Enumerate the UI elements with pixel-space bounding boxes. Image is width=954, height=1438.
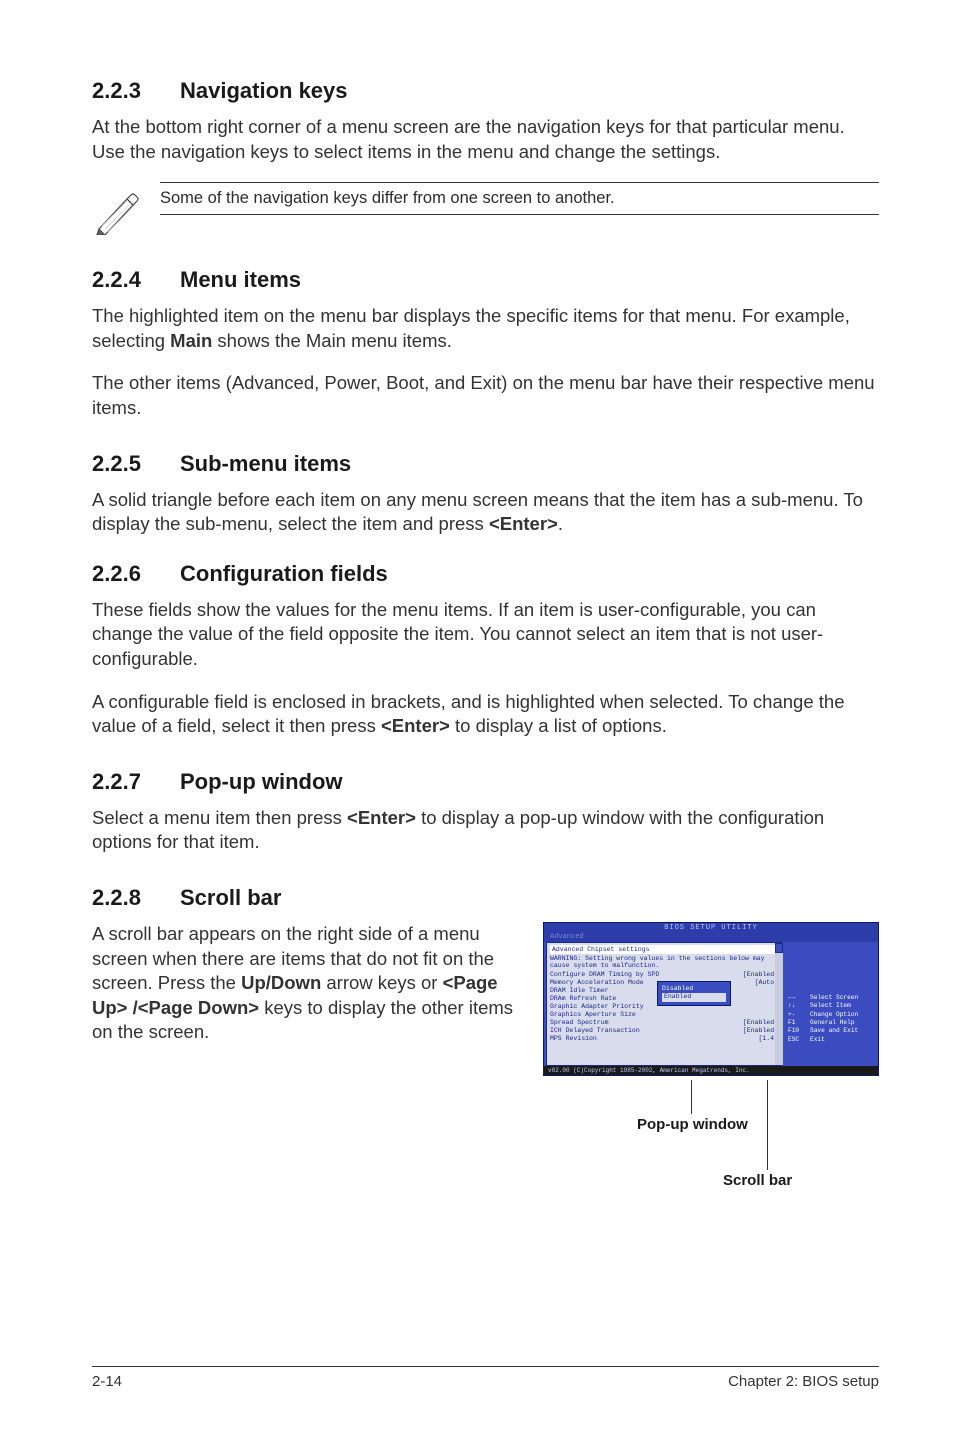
- heading-224: 2.2.4Menu items: [92, 267, 879, 293]
- note-callout: Some of the navigation keys differ from …: [92, 182, 879, 237]
- heading-number: 2.2.7: [92, 769, 180, 795]
- bios-setting-row: ICH Delayed Transaction[Enabled]: [550, 1027, 778, 1035]
- label-popup: Pop-up window: [637, 1116, 748, 1133]
- section-224: 2.2.4Menu items The highlighted item on …: [92, 267, 879, 420]
- note-text: Some of the navigation keys differ from …: [160, 182, 879, 215]
- bios-left-pane: Advanced Chipset settings WARNING: Setti…: [546, 942, 782, 1066]
- heading-title: Pop-up window: [180, 769, 343, 794]
- heading-title: Configuration fields: [180, 561, 388, 586]
- bios-setting-row: Graphics Aperture Size: [550, 1011, 778, 1019]
- bios-title: BIOS SETUP UTILITY: [544, 923, 878, 933]
- heading-title: Menu items: [180, 267, 301, 292]
- paragraph: A configurable field is enclosed in brac…: [92, 690, 879, 739]
- paragraph: The highlighted item on the menu bar dis…: [92, 304, 879, 353]
- bios-subtitle: Advanced Chipset settings: [550, 945, 778, 954]
- figure-labels: Pop-up window Scroll bar: [543, 1080, 879, 1210]
- bios-help-row: +-Change Option: [788, 1011, 874, 1019]
- section-223: 2.2.3Navigation keys At the bottom right…: [92, 78, 879, 237]
- bios-popup-option: Disabled: [662, 985, 726, 993]
- bios-help-row: ESCExit: [788, 1036, 874, 1044]
- paragraph: A solid triangle before each item on any…: [92, 488, 879, 537]
- leader-line: [691, 1080, 692, 1114]
- paragraph: At the bottom right corner of a menu scr…: [92, 115, 879, 164]
- bios-footer: v02.00 (C)Copyright 1985-2002, American …: [544, 1066, 878, 1075]
- bios-setting-row: Configure DRAM Timing by SPD[Enabled]: [550, 971, 778, 979]
- heading-228: 2.2.8Scroll bar: [92, 885, 879, 911]
- page-number: 2-14: [92, 1373, 122, 1390]
- pencil-icon: [92, 182, 142, 237]
- heading-number: 2.2.8: [92, 885, 180, 911]
- heading-title: Sub-menu items: [180, 451, 351, 476]
- heading-226: 2.2.6Configuration fields: [92, 561, 879, 587]
- heading-number: 2.2.5: [92, 451, 180, 477]
- bios-screenshot: BIOS SETUP UTILITY Advanced Advanced Chi…: [543, 922, 879, 1210]
- section-228: 2.2.8Scroll bar A scroll bar appears on …: [92, 885, 879, 1210]
- heading-title: Scroll bar: [180, 885, 281, 910]
- section-225: 2.2.5Sub-menu items A solid triangle bef…: [92, 451, 879, 537]
- paragraph: The other items (Advanced, Power, Boot, …: [92, 371, 879, 420]
- heading-225: 2.2.5Sub-menu items: [92, 451, 879, 477]
- label-scrollbar: Scroll bar: [723, 1172, 792, 1189]
- heading-number: 2.2.6: [92, 561, 180, 587]
- heading-223: 2.2.3Navigation keys: [92, 78, 879, 104]
- heading-number: 2.2.3: [92, 78, 180, 104]
- section-227: 2.2.7Pop-up window Select a menu item th…: [92, 769, 879, 855]
- bios-scrollbar: [775, 943, 783, 1065]
- chapter-title: Chapter 2: BIOS setup: [728, 1373, 879, 1390]
- bios-popup-option-selected: Enabled: [662, 993, 726, 1001]
- heading-title: Navigation keys: [180, 78, 348, 103]
- bios-tab: Advanced: [544, 933, 878, 942]
- paragraph: Select a menu item then press <Enter> to…: [92, 806, 879, 855]
- bios-warning: WARNING: Setting wrong values in the sec…: [550, 955, 778, 969]
- heading-227: 2.2.7Pop-up window: [92, 769, 879, 795]
- bios-popup-menu: Disabled Enabled: [657, 981, 731, 1006]
- paragraph: A scroll bar appears on the right side o…: [92, 922, 535, 1045]
- page-footer: 2-14 Chapter 2: BIOS setup: [92, 1366, 879, 1390]
- bios-setting-row: MPS Revision[1.4]: [550, 1035, 778, 1043]
- leader-line: [767, 1080, 768, 1170]
- bios-help-row: F10Save and Exit: [788, 1027, 874, 1035]
- bios-help-pane: ←→Select Screen↑↓Select Item+-Change Opt…: [782, 942, 878, 1066]
- bios-help-row: ↑↓Select Item: [788, 1002, 874, 1010]
- heading-number: 2.2.4: [92, 267, 180, 293]
- bios-help-row: ←→Select Screen: [788, 994, 874, 1002]
- paragraph: These fields show the values for the men…: [92, 598, 879, 672]
- bios-help-row: F1General Help: [788, 1019, 874, 1027]
- section-226: 2.2.6Configuration fields These fields s…: [92, 561, 879, 739]
- bios-setting-row: Spread Spectrum[Enabled]: [550, 1019, 778, 1027]
